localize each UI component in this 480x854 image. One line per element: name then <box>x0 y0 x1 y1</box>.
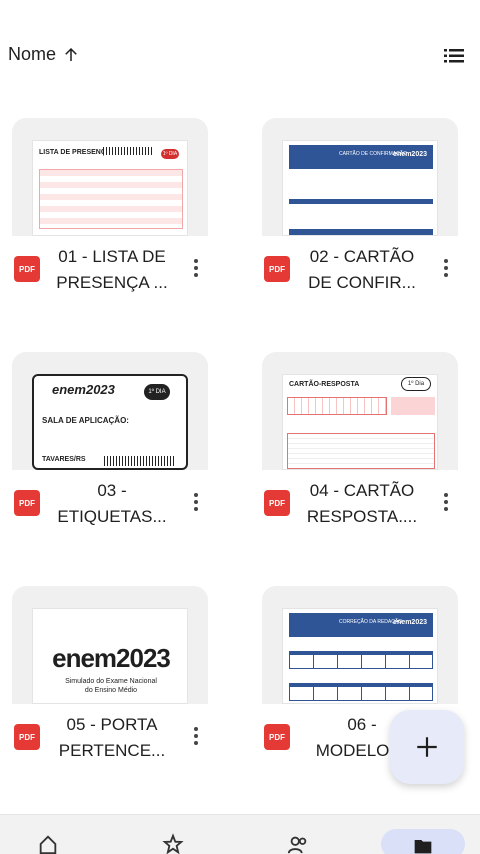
document-preview: CORREÇÃO DA REDAÇÃO enem2023 <box>282 608 438 704</box>
thumb-brand: enem2023 <box>52 643 171 673</box>
plus-icon <box>417 737 437 757</box>
pdf-icon: PDF <box>14 724 40 750</box>
thumb-bar <box>289 229 433 235</box>
thumb-title: LISTA DE PRESENÇA <box>39 149 111 156</box>
file-thumbnail[interactable]: CARTÃO DE CONFIRMAÇÃO enem2023 <box>262 118 458 236</box>
thumb-footer: TAVARES/RS <box>42 456 86 463</box>
thumb-box <box>391 397 435 415</box>
sort-button[interactable]: Nome <box>8 44 80 65</box>
file-name: 02 - CARTÃO DE CONFIR... <box>308 247 416 292</box>
file-name: 04 - CARTÃO RESPOSTA.... <box>306 481 418 526</box>
more-vert-icon[interactable] <box>184 254 208 282</box>
pdf-icon: PDF <box>14 490 40 516</box>
more-vert-icon[interactable] <box>434 254 458 282</box>
file-card[interactable]: CARTÃO DE CONFIRMAÇÃO enem2023 PDF 02 - … <box>262 118 458 318</box>
thumb-tag: 1º DIA <box>161 149 179 159</box>
file-card[interactable]: enem2023 1º DIA SALA DE APLICAÇÃO: TAVAR… <box>12 352 208 552</box>
thumb-title: SALA DE APLICAÇÃO: <box>42 416 129 425</box>
thumb-table <box>289 651 433 669</box>
nav-files-active[interactable] <box>381 829 465 854</box>
more-vert-icon[interactable] <box>184 722 208 750</box>
file-name: 05 - PORTA PERTENCE... <box>58 715 166 760</box>
document-preview: LISTA DE PRESENÇA 1º DIA <box>32 140 188 236</box>
sort-bar: Nome <box>0 36 480 76</box>
thumb-tag: 1º Dia <box>401 377 431 391</box>
file-card[interactable]: enem2023 Simulado do Exame Nacional do E… <box>12 586 208 786</box>
thumb-bar <box>289 199 433 204</box>
barcode <box>103 147 153 155</box>
arrow-up-icon <box>65 47 77 61</box>
new-button[interactable] <box>390 710 464 784</box>
thumb-table <box>289 683 433 701</box>
thumb-brand: enem2023 <box>52 382 115 397</box>
thumb-tag: enem2023 <box>393 619 427 626</box>
file-thumbnail[interactable]: enem2023 1º DIA SALA DE APLICAÇÃO: TAVAR… <box>12 352 208 470</box>
shared-icon[interactable] <box>283 833 313 854</box>
document-preview: CARTÃO-RESPOSTA 1º Dia <box>282 374 438 470</box>
file-card[interactable]: LISTA DE PRESENÇA 1º DIA PDF 01 - LISTA … <box>12 118 208 318</box>
list-view-icon[interactable] <box>442 44 466 68</box>
file-card[interactable]: CARTÃO-RESPOSTA 1º Dia PDF 04 - CARTÃO R… <box>262 352 458 552</box>
document-preview: enem2023 Simulado do Exame Nacional do E… <box>32 608 188 704</box>
home-icon[interactable] <box>33 833 63 854</box>
file-thumbnail[interactable]: CARTÃO-RESPOSTA 1º Dia <box>262 352 458 470</box>
more-vert-icon[interactable] <box>434 488 458 516</box>
thumb-tag: 1º DIA <box>144 384 170 400</box>
thumb-subtitle: Simulado do Exame Nacional do Ensino Méd… <box>65 678 157 694</box>
pdf-icon: PDF <box>264 256 290 282</box>
file-name: 01 - LISTA DE PRESENÇA ... <box>56 247 168 292</box>
bottom-navigation <box>0 814 480 854</box>
thumb-instructions <box>287 433 435 469</box>
thumb-tag: enem2023 <box>393 151 427 158</box>
file-name: 03 - ETIQUETAS... <box>57 481 167 526</box>
sort-label: Nome <box>8 44 57 64</box>
file-thumbnail[interactable]: LISTA DE PRESENÇA 1º DIA <box>12 118 208 236</box>
folder-icon <box>414 840 432 854</box>
thumb-grid <box>287 397 387 415</box>
star-icon[interactable] <box>158 833 188 854</box>
thumb-table <box>39 169 183 229</box>
pdf-icon: PDF <box>264 724 290 750</box>
pdf-icon: PDF <box>264 490 290 516</box>
document-preview: enem2023 1º DIA SALA DE APLICAÇÃO: TAVAR… <box>32 374 188 470</box>
file-thumbnail[interactable]: CORREÇÃO DA REDAÇÃO enem2023 <box>262 586 458 704</box>
document-preview: CARTÃO DE CONFIRMAÇÃO enem2023 <box>282 140 438 236</box>
thumb-title: CARTÃO-RESPOSTA <box>289 381 360 388</box>
barcode <box>104 456 174 466</box>
pdf-icon: PDF <box>14 256 40 282</box>
file-thumbnail[interactable]: enem2023 Simulado do Exame Nacional do E… <box>12 586 208 704</box>
more-vert-icon[interactable] <box>184 488 208 516</box>
